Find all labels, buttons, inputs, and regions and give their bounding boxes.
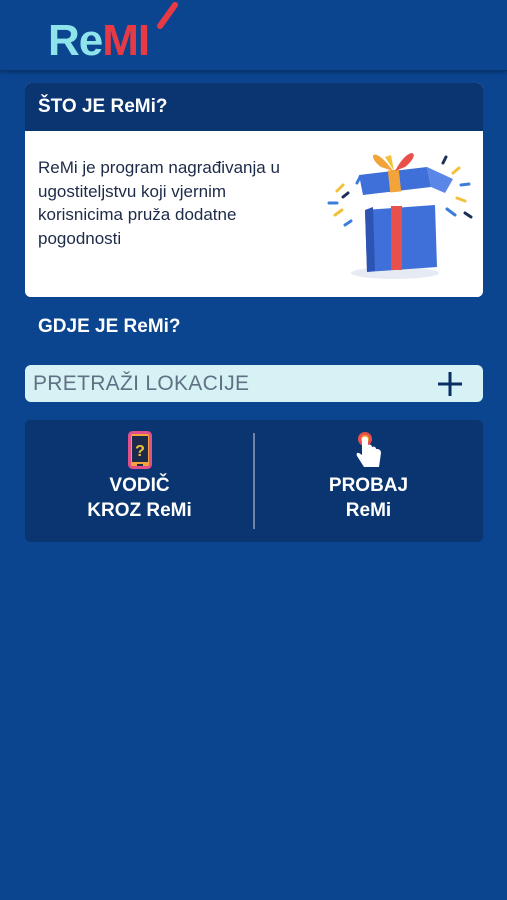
gift-box-icon (327, 153, 473, 279)
svg-text:ReMI: ReMI (48, 16, 149, 62)
guide-label: VODIČ KROZ ReMi (87, 473, 192, 523)
guide-button[interactable]: ? VODIČ KROZ ReMi (25, 420, 254, 542)
intro-card-body: ReMi je program nagrađivanja u ugostitel… (25, 131, 483, 297)
try-button[interactable]: PROBAJ ReMi (254, 420, 483, 542)
try-label-line1: PROBAJ (328, 475, 409, 496)
svg-text:?: ? (135, 443, 145, 460)
app-header: ReMI (0, 0, 507, 71)
where-section-title: GDJE JE ReMi? (38, 316, 181, 337)
search-locations-bar[interactable]: PRETRAŽI LOKACIJE (25, 365, 483, 402)
intro-description: ReMi je program nagrađivanja u ugostitel… (38, 158, 280, 248)
try-label: PROBAJ ReMi (329, 473, 408, 523)
intro-card-title: ŠTO JE ReMi? (25, 83, 483, 131)
search-locations-label: PRETRAŽI LOKACIJE (33, 371, 250, 395)
remi-logo: ReMI (48, 2, 178, 62)
try-label-line2: ReMi (345, 500, 392, 521)
plus-icon[interactable] (438, 372, 462, 396)
guide-label-line1: VODIČ (109, 475, 170, 496)
guide-label-line2: KROZ ReMi (87, 500, 192, 521)
tap-hand-icon (356, 432, 381, 467)
phone-question-icon: ? (127, 431, 152, 469)
action-panel: ? VODIČ KROZ ReMi PROBAJ ReMi (25, 420, 483, 542)
intro-card: ŠTO JE ReMi? ReMi je program nagrađivanj… (25, 83, 483, 297)
